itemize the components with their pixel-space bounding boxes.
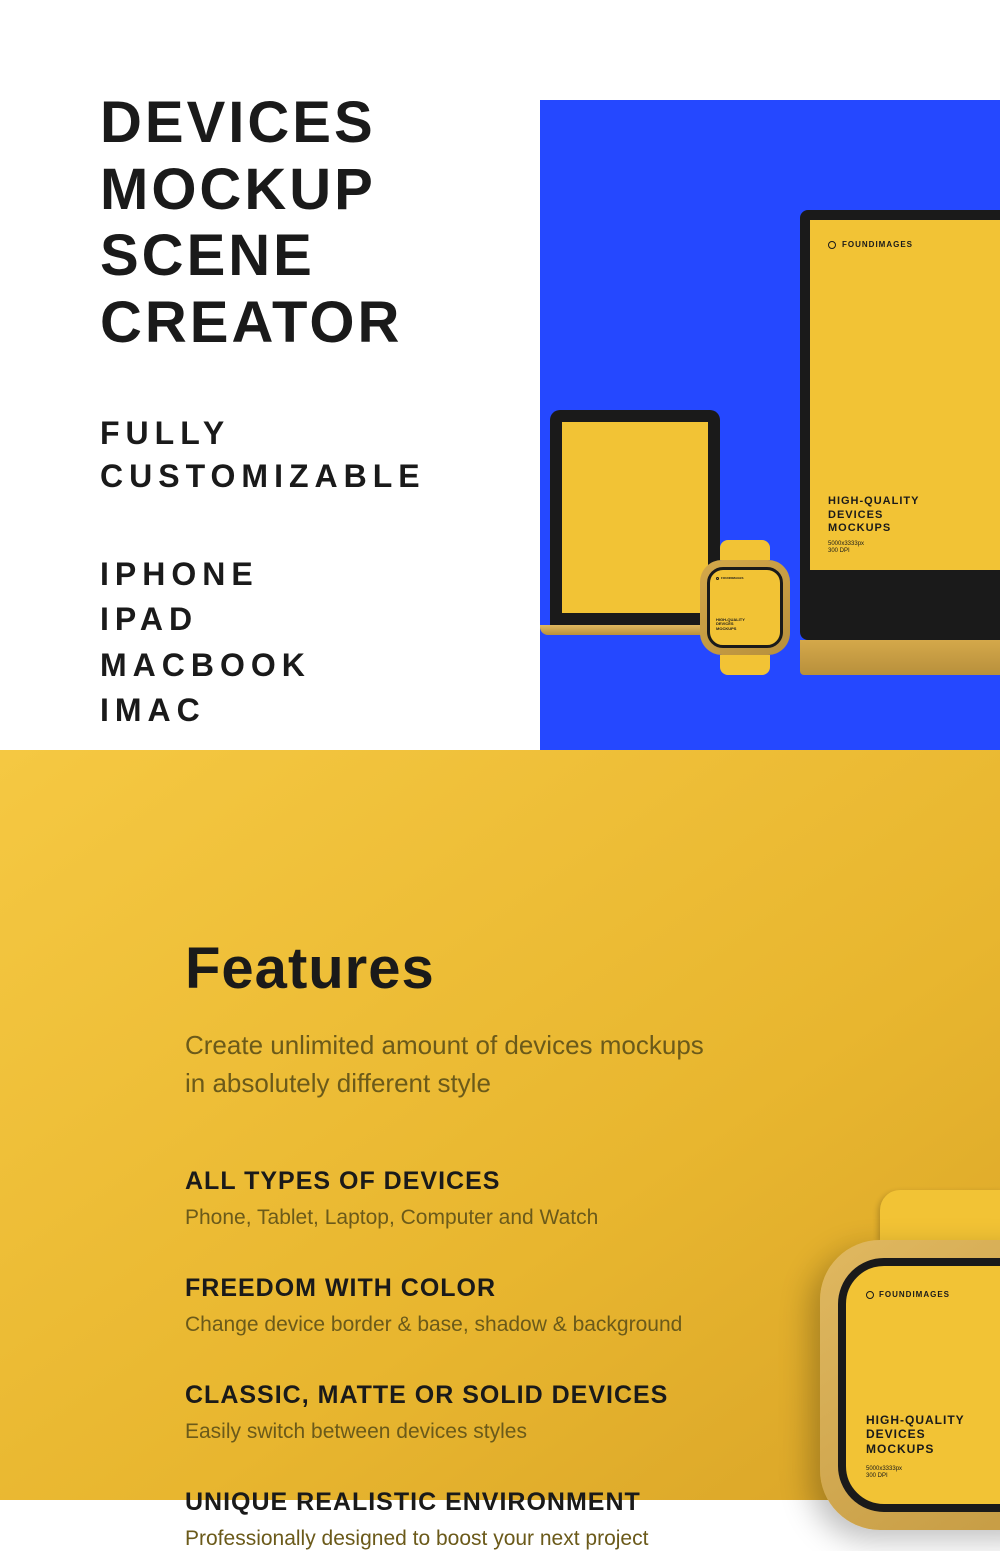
macbook-body (550, 410, 720, 625)
watch-screen: FOUNDIMAGES HIGH-QUALITY DEVICES MOCKUPS (707, 567, 783, 648)
title-line: MOCKUP (100, 157, 540, 224)
macbook-screen (562, 422, 708, 613)
logo-circle-icon (828, 241, 836, 249)
logo-circle-icon (716, 577, 719, 580)
hero-text: DEVICES MOCKUP SCENE CREATOR FULLY CUSTO… (100, 90, 540, 750)
imac-mockup: FOUNDIMAGES HIGH-QUALITY DEVICES MOCKUPS… (800, 210, 1000, 640)
screen-meta-line: 5000x3333px (828, 541, 864, 548)
device-item: IMAC (100, 689, 540, 732)
hero-section: DEVICES MOCKUP SCENE CREATOR FULLY CUSTO… (0, 0, 1000, 750)
hero-mockup-image: FOUNDIMAGES HIGH-QUALITY DEVICES MOCKUPS… (540, 100, 1000, 750)
screen-title-line: HIGH-QUALITY (866, 1413, 965, 1427)
watch-mockup-large: FOUNDIMAGES HIGH-QUALITY DEVICES MOCKUPS… (820, 1190, 1000, 1540)
watch-band (880, 1190, 1000, 1240)
screen-meta-line: 300 DPI (866, 1473, 902, 1480)
screen-meta-line: 5000x3333px (866, 1466, 902, 1473)
watch-mockup-small: FOUNDIMAGES HIGH-QUALITY DEVICES MOCKUPS (700, 540, 790, 670)
subtitle-line: Create unlimited amount of devices mocku… (185, 1027, 1000, 1065)
device-item: IPAD (100, 598, 540, 641)
screen-title: HIGH-QUALITY DEVICES MOCKUPS (716, 618, 745, 631)
brand-text: FOUNDIMAGES (842, 240, 913, 249)
subtitle-line: CUSTOMIZABLE (100, 455, 540, 498)
logo-circle-icon (866, 1291, 874, 1299)
screen-title: HIGH-QUALITY DEVICES MOCKUPS (828, 495, 919, 535)
watch-body: FOUNDIMAGES HIGH-QUALITY DEVICES MOCKUPS… (820, 1240, 1000, 1530)
screen-meta-line: 300 DPI (828, 548, 864, 555)
imac-screen: FOUNDIMAGES HIGH-QUALITY DEVICES MOCKUPS… (810, 220, 1000, 570)
device-item: MACBOOK (100, 644, 540, 687)
title-line: SCENE (100, 223, 540, 290)
screen-title: HIGH-QUALITY DEVICES MOCKUPS (866, 1413, 965, 1456)
brand-logo: FOUNDIMAGES (716, 576, 774, 580)
title-line: DEVICES (100, 90, 540, 157)
brand-logo: FOUNDIMAGES (866, 1290, 1000, 1299)
brand-text: FOUNDIMAGES (879, 1290, 950, 1299)
features-title: Features (185, 935, 1000, 1002)
screen-meta: 5000x3333px 300 DPI (866, 1466, 902, 1480)
screen-meta: 5000x3333px 300 DPI (828, 541, 864, 555)
brand-text: FOUNDIMAGES (721, 576, 744, 580)
screen-title-line: HIGH-QUALITY (828, 495, 919, 508)
screen-title-line: MOCKUPS (828, 522, 919, 535)
screen-title-line: MOCKUPS (866, 1442, 965, 1456)
watch-band (720, 540, 770, 560)
subtitle-line: in absolutely different style (185, 1065, 1000, 1103)
watch-body: FOUNDIMAGES HIGH-QUALITY DEVICES MOCKUPS (700, 560, 790, 655)
watch-screen: FOUNDIMAGES HIGH-QUALITY DEVICES MOCKUPS… (838, 1258, 1000, 1512)
watch-band (720, 655, 770, 675)
device-item: IPHONE (100, 553, 540, 596)
screen-title-line: MOCKUPS (716, 627, 745, 631)
imac-base (800, 640, 1000, 675)
device-list: IPHONE IPAD MACBOOK IMAC (100, 553, 540, 732)
subtitle-line: FULLY (100, 412, 540, 455)
features-subtitle: Create unlimited amount of devices mocku… (185, 1027, 1000, 1102)
screen-title-line: DEVICES (866, 1427, 965, 1441)
features-section: Features Create unlimited amount of devi… (0, 750, 1000, 1500)
subtitle: FULLY CUSTOMIZABLE (100, 412, 540, 498)
screen-title-line: DEVICES (828, 509, 919, 522)
brand-logo: FOUNDIMAGES (828, 240, 1000, 249)
title-line: CREATOR (100, 290, 540, 357)
main-title: DEVICES MOCKUP SCENE CREATOR (100, 90, 540, 357)
